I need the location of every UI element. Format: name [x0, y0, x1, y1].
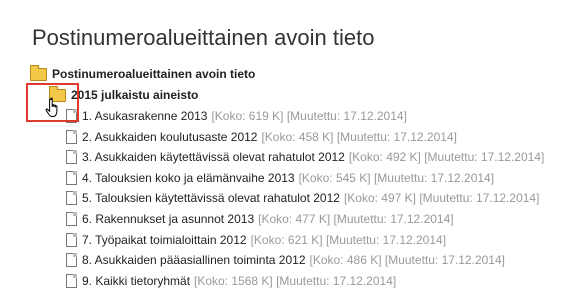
file-icon [66, 191, 77, 205]
file-item[interactable]: 9. Kaikki tietoryhmät [Koko: 1568 K] [Muu… [66, 272, 396, 290]
folder-icon [30, 64, 47, 81]
file-meta: [Koko: 477 K] [Muutettu: 17.12.2014] [258, 212, 454, 226]
file-item[interactable]: 1. Asukasrakenne 2013 [Koko: 619 K] [Muut… [66, 107, 407, 125]
file-meta: [Koko: 486 K] [Muutettu: 17.12.2014] [309, 253, 505, 267]
file-meta: [Koko: 1568 K] [Muutettu: 17.12.2014] [194, 274, 397, 288]
file-link[interactable]: 6. Rakennukset ja asunnot 2013 [82, 212, 254, 226]
file-icon [66, 171, 77, 185]
file-link[interactable]: 9. Kaikki tietoryhmät [82, 274, 190, 288]
file-item[interactable]: 5. Talouksien käytettävissä olevat rahat… [66, 189, 539, 207]
file-link[interactable]: 2. Asukkaiden koulutusaste 2012 [82, 130, 257, 144]
file-item[interactable]: 3. Asukkaiden käytettävissä olevat rahat… [66, 148, 544, 166]
file-icon [66, 150, 77, 164]
file-item[interactable]: 6. Rakennukset ja asunnot 2013 [Koko: 477… [66, 210, 454, 228]
tree-root-label[interactable]: Postinumeroalueittainen avoin tieto [52, 67, 255, 81]
file-link[interactable]: 4. Talouksien koko ja elämänvaihe 2013 [82, 171, 295, 185]
tree-subfolder-label[interactable]: 2015 julkaistu aineisto [71, 88, 198, 102]
file-link[interactable]: 5. Talouksien käytettävissä olevat rahat… [82, 191, 340, 205]
file-meta: [Koko: 458 K] [Muutettu: 17.12.2014] [261, 130, 457, 144]
file-link[interactable]: 8. Asukkaiden pääasiallinen toiminta 201… [82, 253, 306, 267]
file-link[interactable]: 3. Asukkaiden käytettävissä olevat rahat… [82, 150, 345, 164]
file-icon [66, 212, 77, 226]
file-icon [66, 253, 77, 267]
tree-root-folder[interactable]: Postinumeroalueittainen avoin tieto [30, 64, 255, 83]
file-link[interactable]: 1. Asukasrakenne 2013 [82, 109, 207, 123]
file-icon [66, 274, 77, 288]
file-meta: [Koko: 621 K] [Muutettu: 17.12.2014] [250, 233, 447, 247]
file-meta: [Koko: 545 K] [Muutettu: 17.12.2014] [298, 171, 495, 185]
file-meta: [Koko: 619 K] [Muutettu: 17.12.2014] [211, 109, 407, 123]
file-meta: [Koko: 492 K] [Muutettu: 17.12.2014] [348, 150, 545, 164]
file-meta: [Koko: 497 K] [Muutettu: 17.12.2014] [343, 191, 540, 205]
hand-pointer-icon [45, 97, 58, 117]
file-link[interactable]: 7. Työpaikat toimialoittain 2012 [82, 233, 247, 247]
file-item[interactable]: 8. Asukkaiden pääasiallinen toiminta 201… [66, 251, 505, 269]
file-item[interactable]: 4. Talouksien koko ja elämänvaihe 2013 [K… [66, 169, 494, 187]
file-icon [66, 233, 77, 247]
file-item[interactable]: 7. Työpaikat toimialoittain 2012 [Koko: 6… [66, 231, 446, 249]
page-title: Postinumeroalueittainen avoin tieto [32, 24, 375, 50]
file-icon [66, 130, 77, 144]
file-item[interactable]: 2. Asukkaiden koulutusaste 2012 [Koko: 45… [66, 128, 457, 146]
